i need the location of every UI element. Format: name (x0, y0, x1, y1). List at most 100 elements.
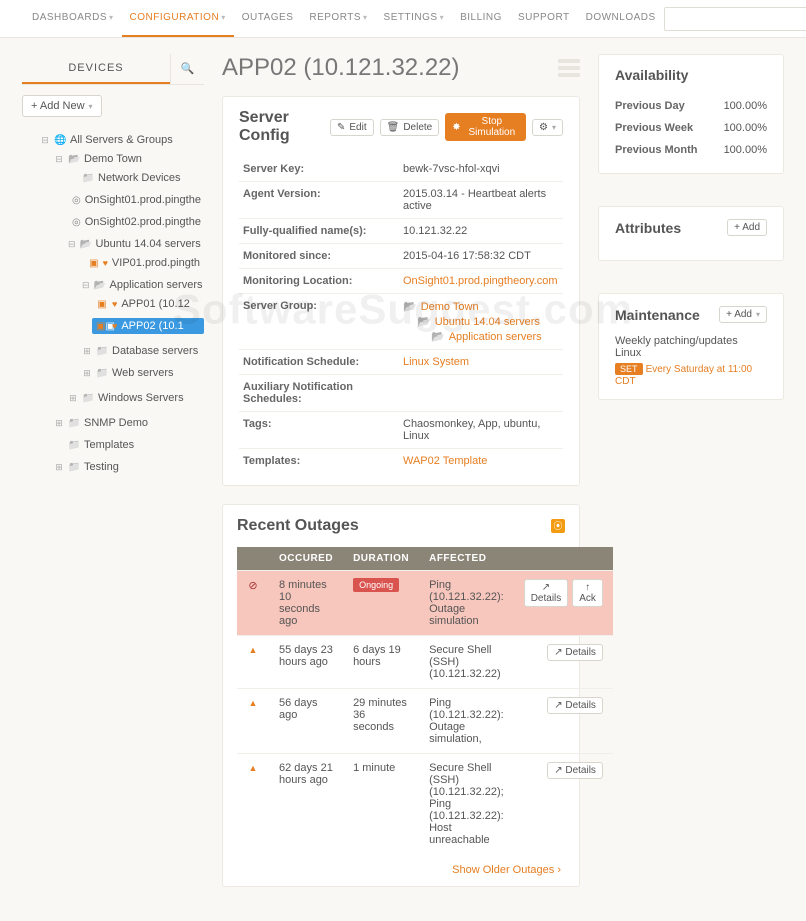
nav-outages[interactable]: OUTAGES (234, 0, 302, 37)
folder-icon (82, 393, 94, 404)
tree-ubuntu[interactable]: ⊟Ubuntu 14.04 servers (64, 236, 204, 252)
availability-label: Previous Week (615, 122, 693, 134)
page-title: APP02 (10.121.32.22) (222, 54, 460, 82)
nav-configuration[interactable]: CONFIGURATION▾ (122, 0, 234, 37)
server-icon: ▣ (96, 321, 108, 332)
heart-icon (103, 257, 108, 269)
gear-menu-button[interactable]: ⚙ ▾ (532, 119, 563, 136)
tree-root[interactable]: ⊟🌐All Servers & Groups (36, 132, 204, 148)
nav-reports[interactable]: REPORTS▾ (301, 0, 375, 37)
outage-row: 56 days ago29 minutes 36 secondsPing (10… (237, 689, 613, 754)
trash-icon: 🗑 (387, 122, 400, 133)
cfg-value: Chaosmonkey, App, ubuntu, Linux (399, 412, 563, 449)
recent-outages-title: Recent Outages (237, 517, 359, 535)
chevron-down-icon: ▾ (221, 13, 226, 22)
details-button[interactable]: ↗ Details (524, 579, 569, 607)
tree-network-devices[interactable]: Network Devices (64, 170, 204, 186)
chevron-right-icon: › (557, 864, 561, 876)
page-title-row: APP02 (10.121.32.22) (222, 54, 580, 82)
details-button[interactable]: ↗ Details (547, 644, 603, 661)
outage-row: 62 days 21 hours ago1 minuteSecure Shell… (237, 754, 613, 855)
crumb-link[interactable]: Application servers (449, 331, 542, 343)
show-older-outages-link[interactable]: Show Older Outages › (237, 854, 565, 878)
search-icon: 🔍 (181, 63, 195, 75)
tree-onsight02[interactable]: OnSight02.prod.pingthe (64, 214, 204, 230)
chevron-down-icon: ▾ (109, 13, 114, 22)
tree-testing[interactable]: ⊞Testing (50, 459, 204, 475)
cfg-label: Server Key: (239, 157, 399, 182)
server-config-panel: Server Config ✎ Edit 🗑 Delete ✸ Stop Sim… (222, 96, 580, 486)
nav-support[interactable]: SUPPORT (510, 0, 578, 37)
outage-affected: Secure Shell (SSH) (10.121.32.22) (419, 636, 514, 689)
crumb-link[interactable]: Ubuntu 14.04 servers (435, 316, 540, 328)
tab-devices[interactable]: DEVICES (22, 54, 170, 84)
config-table: Server Key:bewk-7vsc-hfol-xqvi Agent Ver… (239, 157, 563, 473)
outage-duration: Ongoing (343, 571, 419, 636)
outage-duration: 6 days 19 hours (343, 636, 419, 689)
add-new-button[interactable]: + Add New ▾ (22, 95, 102, 117)
server-config-title: Server Config (239, 109, 324, 145)
folder-icon (68, 418, 80, 429)
outage-affected: Secure Shell (SSH) (10.121.32.22); Ping … (419, 754, 514, 855)
delete-button[interactable]: 🗑 Delete (380, 119, 440, 136)
template-link[interactable]: WAP02 Template (403, 455, 487, 467)
outage-duration: 29 minutes 36 seconds (343, 689, 419, 754)
details-button[interactable]: ↗ Details (547, 762, 603, 779)
maintenance-badge: SET (615, 363, 643, 375)
nav-billing[interactable]: BILLING (452, 0, 510, 37)
tree-win-servers[interactable]: ⊞Windows Servers (64, 390, 204, 406)
crumb-link[interactable]: Demo Town (421, 301, 479, 313)
tree-app02[interactable]: ▣APP02 (10.1 (92, 318, 204, 334)
tree-db-servers[interactable]: ⊞Database servers (78, 343, 204, 359)
tree-app-servers[interactable]: ⊟Application servers (78, 277, 204, 293)
nav-dashboards[interactable]: DASHBOARDS▾ (24, 0, 122, 37)
tree-vip01[interactable]: VIP01.prod.pingth (78, 255, 204, 271)
tree-web-servers[interactable]: ⊞Web servers (78, 365, 204, 381)
cfg-value: 2015.03.14 - Heartbeat alerts active (399, 182, 563, 219)
details-button[interactable]: ↗ Details (547, 697, 603, 714)
nav-downloads[interactable]: DOWNLOADS (578, 0, 664, 37)
search-input[interactable] (671, 13, 806, 25)
maintenance-title: Maintenance (615, 307, 700, 323)
outage-row: 55 days 23 hours ago6 days 19 hoursSecur… (237, 636, 613, 689)
cfg-label: Server Group: (239, 294, 399, 350)
chevron-down-icon: ▾ (363, 13, 368, 22)
onsight-icon (72, 217, 81, 228)
notification-schedule-link[interactable]: Linux System (403, 356, 469, 368)
stop-simulation-button[interactable]: ✸ Stop Simulation (445, 113, 526, 141)
monitoring-location-link[interactable]: OnSight01.prod.pingtheory.com (403, 275, 558, 287)
availability-value: 100.00% (724, 100, 767, 112)
col-duration: DURATION (343, 547, 419, 571)
nav-settings[interactable]: SETTINGS▾ (376, 0, 453, 37)
global-search[interactable]: 🔍 (664, 7, 806, 31)
add-attribute-button[interactable]: + Add (727, 219, 767, 236)
maintenance-desc: Weekly patching/updates Linux (615, 335, 767, 359)
add-maintenance-button[interactable]: + Add ▾ (719, 306, 767, 323)
sidebar-search-button[interactable]: 🔍 (170, 54, 204, 84)
cfg-label: Tags: (239, 412, 399, 449)
cfg-value: 2015-04-16 17:58:32 CDT (399, 244, 563, 269)
tree-app01[interactable]: APP01 (10.12 (92, 296, 204, 312)
onsight-icon (72, 195, 81, 206)
cfg-value: 10.121.32.22 (399, 219, 563, 244)
chevron-down-icon: ▾ (89, 102, 93, 111)
pencil-icon: ✎ (337, 122, 345, 133)
cfg-label: Notification Schedule: (239, 350, 399, 375)
rss-icon[interactable] (551, 519, 565, 533)
tree-templates[interactable]: Templates (50, 437, 204, 453)
outage-occured: 8 minutes 10 seconds ago (269, 571, 343, 636)
server-icon (89, 258, 98, 269)
tree-demo-town[interactable]: ⊟Demo Town (50, 151, 204, 167)
availability-label: Previous Month (615, 144, 698, 156)
maintenance-panel: Maintenance + Add ▾ Weekly patching/updat… (598, 293, 784, 400)
sidebar: DEVICES 🔍 + Add New ▾ ⊟🌐All Servers & Gr… (22, 54, 204, 905)
edit-button[interactable]: ✎ Edit (330, 119, 374, 136)
tree-snmp[interactable]: ⊞SNMP Demo (50, 415, 204, 431)
heart-icon (112, 320, 117, 332)
main-nav: DASHBOARDS▾CONFIGURATION▾OUTAGESREPORTS▾… (24, 0, 664, 37)
col-occured: OCCURED (269, 547, 343, 571)
cfg-label: Fully-qualified name(s): (239, 219, 399, 244)
tree-onsight01[interactable]: OnSight01.prod.pingthe (64, 192, 204, 208)
view-toggle-icon[interactable] (558, 59, 580, 77)
cfg-label: Monitored since: (239, 244, 399, 269)
